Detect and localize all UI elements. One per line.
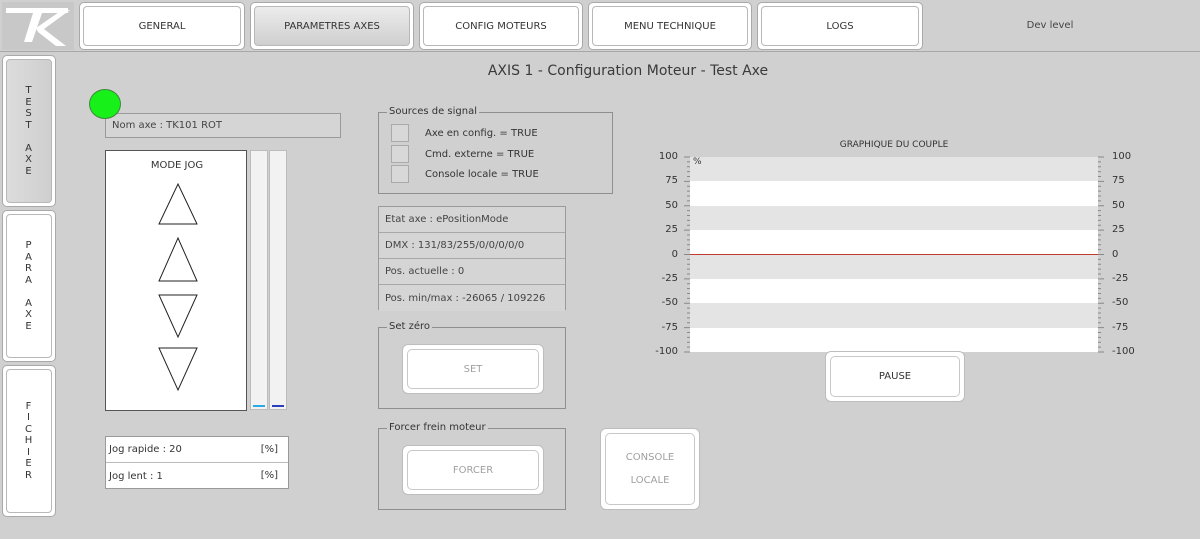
axis-state-table: Etat axe : ePositionMode DMX : 131/83/25… xyxy=(378,206,566,311)
source-checkbox xyxy=(391,165,409,183)
state-row: DMX : 131/83/255/0/0/0/0/0 xyxy=(379,233,565,259)
y-tick-label-right: -75 xyxy=(1112,321,1129,333)
jog-level-bar-2 xyxy=(269,150,287,410)
y-tick-label-right: -25 xyxy=(1112,272,1129,284)
pause-button[interactable]: PAUSE xyxy=(825,351,965,402)
y-tick-label-left: -25 xyxy=(661,272,678,284)
source-row-config: Axe en config. = TRUE xyxy=(391,124,538,142)
tab-logs[interactable]: LOGS xyxy=(757,2,923,50)
console-locale-button[interactable]: CONSOLE LOCALE xyxy=(600,428,700,510)
tab-parametres-axes[interactable]: PARAMETRES AXES xyxy=(250,2,414,50)
set-button[interactable]: SET xyxy=(402,344,544,394)
y-tick-label-right: 50 xyxy=(1112,199,1125,211)
y-tick-label-left: 75 xyxy=(665,175,678,187)
forcer-frein-legend: Forcer frein moteur xyxy=(387,422,488,433)
y-tick-label-left: -100 xyxy=(655,346,678,357)
axis-name-field: Nom axe : TK101 ROT xyxy=(105,113,341,138)
y-tick-label-right: -50 xyxy=(1112,297,1129,309)
state-row: Pos. min/max : -26065 / 109226 xyxy=(379,285,565,311)
jog-level-bar-1 xyxy=(250,150,268,410)
dev-level-label: Dev level xyxy=(1026,20,1074,31)
axis-status-led xyxy=(89,89,121,119)
sidebar-item-test-axe[interactable]: T E S T A X E xyxy=(2,55,56,207)
y-tick-label-left: -75 xyxy=(661,321,678,333)
jog-mode-label: MODE JOG xyxy=(150,160,204,171)
set-zero-legend: Set zéro xyxy=(387,321,433,332)
sidebar-item-fichier[interactable]: F I C H I E R xyxy=(2,365,56,517)
y-tick-label-right: 75 xyxy=(1112,175,1125,187)
y-tick-label-right: -100 xyxy=(1112,346,1135,357)
jog-up-fast-icon[interactable] xyxy=(158,183,198,225)
source-checkbox xyxy=(391,145,409,163)
sources-legend: Sources de signal xyxy=(387,106,479,117)
jog-up-slow-icon[interactable] xyxy=(158,237,198,282)
page-title: AXIS 1 - Configuration Moteur - Test Axe xyxy=(487,63,769,79)
jog-down-slow-icon[interactable] xyxy=(158,294,198,338)
jog-down-fast-icon[interactable] xyxy=(158,347,198,391)
y-tick-label-right: 25 xyxy=(1112,224,1125,236)
y-tick-label-right: 100 xyxy=(1112,151,1132,162)
jog-lent-row[interactable]: Jog lent : 1 [%] xyxy=(106,463,288,489)
state-row: Etat axe : ePositionMode xyxy=(379,207,565,233)
tab-menu-technique[interactable]: MENU TECHNIQUE xyxy=(588,2,752,50)
jog-panel: MODE JOG xyxy=(105,150,247,411)
jog-rapide-row[interactable]: Jog rapide : 20 [%] xyxy=(106,437,288,463)
y-tick-label-right: 0 xyxy=(1112,248,1119,260)
tab-general[interactable]: GENERAL xyxy=(79,2,245,50)
source-row-console: Console locale = TRUE xyxy=(391,165,539,183)
sidebar-item-para-axe[interactable]: P A R A A X E xyxy=(2,210,56,362)
forcer-button[interactable]: FORCER xyxy=(402,445,544,495)
tk-logo xyxy=(2,2,74,50)
source-checkbox xyxy=(391,124,409,142)
chart-title: GRAPHIQUE DU COUPLE xyxy=(839,140,949,150)
sources-signal-group: Sources de signal Axe en config. = TRUE … xyxy=(378,106,613,194)
chart-tick-marks xyxy=(684,156,1104,353)
source-row-externe: Cmd. externe = TRUE xyxy=(391,145,534,163)
state-row: Pos. actuelle : 0 xyxy=(379,259,565,285)
y-tick-label-left: 50 xyxy=(665,199,678,211)
y-tick-label-left: -50 xyxy=(661,297,678,309)
tab-config-moteurs[interactable]: CONFIG MOTEURS xyxy=(419,2,583,50)
y-tick-label-left: 100 xyxy=(658,151,678,162)
y-tick-label-left: 25 xyxy=(665,224,678,236)
jog-params-table: Jog rapide : 20 [%] Jog lent : 1 [%] xyxy=(105,436,289,489)
y-tick-label-left: 0 xyxy=(671,248,678,260)
